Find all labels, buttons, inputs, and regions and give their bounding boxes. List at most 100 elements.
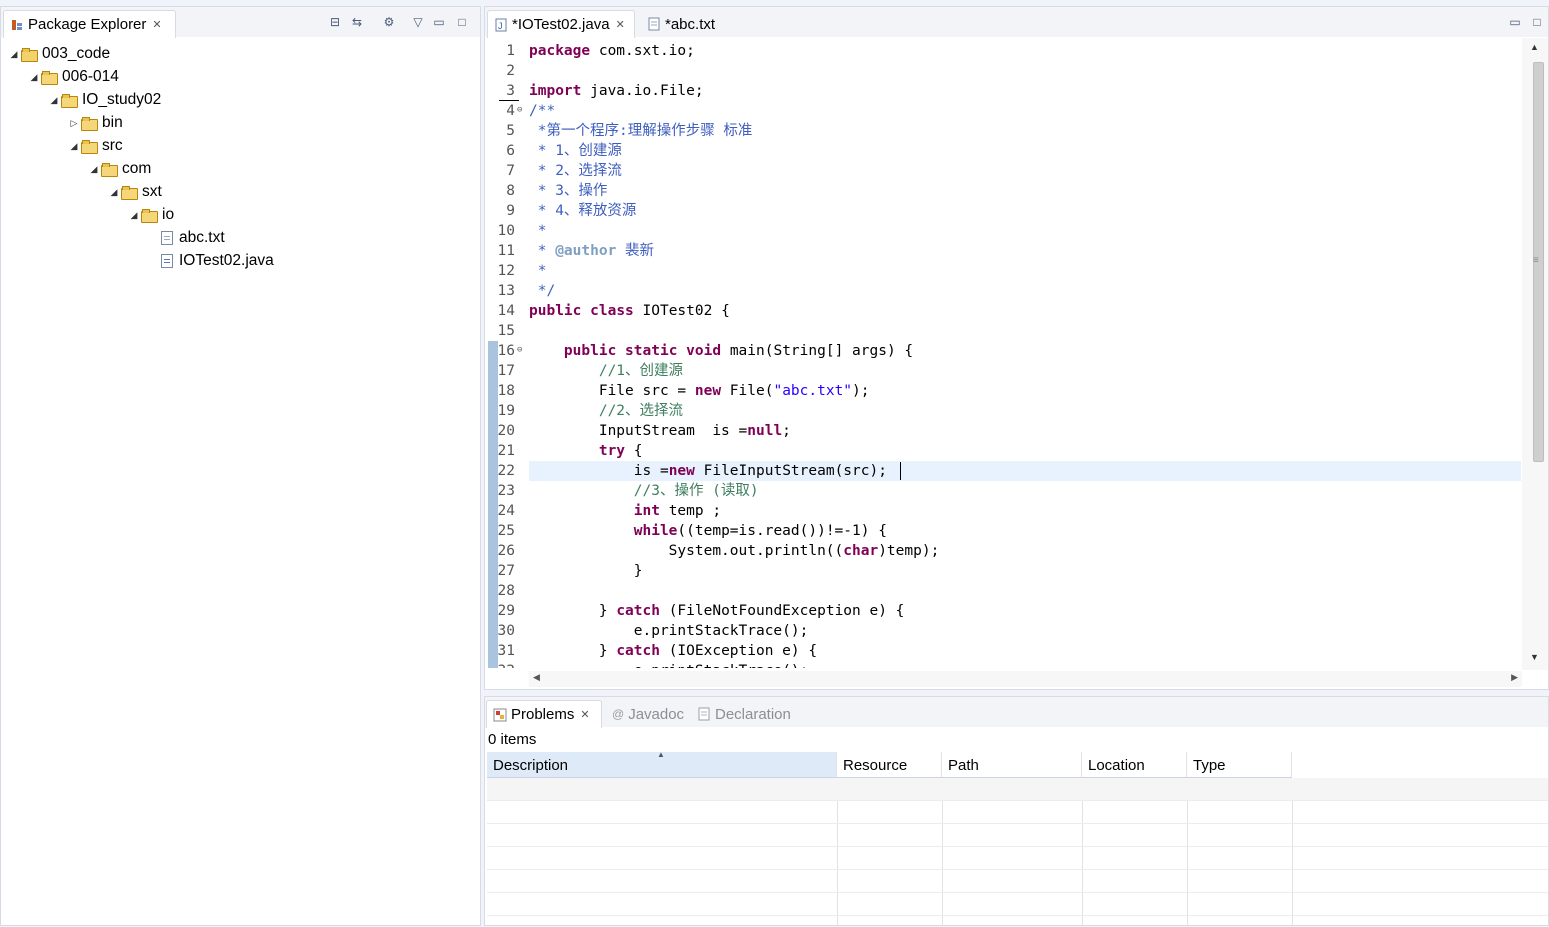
vertical-scrollbar[interactable]: ▲ ≡ ▼	[1522, 38, 1548, 670]
folder-icon	[81, 140, 98, 154]
expanded-arrow-icon[interactable]: ◢	[107, 187, 121, 198]
maximize-icon[interactable]: □	[1529, 15, 1545, 29]
tab-problems[interactable]: Problems ✕	[486, 700, 602, 728]
tab-label: *IOTest02.java	[512, 16, 610, 33]
tree-item-006-014[interactable]: ◢ 006-014	[27, 66, 119, 88]
table-row	[487, 870, 1548, 893]
tab-iotest02-java[interactable]: J *IOTest02.java ✕	[487, 10, 635, 38]
table-row	[487, 778, 1548, 801]
code-line: try {	[598, 443, 643, 459]
line-number: 17	[497, 363, 515, 379]
tree-item-003-code[interactable]: ◢ 003_code	[7, 43, 110, 65]
line-number: 13	[497, 283, 515, 299]
tree-item-iotest02-java[interactable]: IOTest02.java	[147, 250, 274, 272]
tree-item-com[interactable]: ◢ com	[87, 158, 151, 180]
items-count: 0 items	[488, 731, 537, 748]
column-path[interactable]: Path	[942, 752, 1082, 778]
code-line: package com.sxt.io;	[529, 43, 695, 59]
column-type[interactable]: Type	[1187, 752, 1292, 778]
line-number: 31	[497, 643, 515, 659]
scroll-grip-icon: ≡	[1533, 255, 1539, 266]
folder-icon	[141, 209, 158, 223]
declaration-icon	[697, 707, 711, 721]
tree-item-io-study02[interactable]: ◢ IO_study02	[47, 89, 161, 111]
code-line: } catch (IOException e) {	[529, 643, 818, 659]
tree-item-label: IOTest02.java	[179, 252, 274, 269]
code-line: }	[529, 563, 643, 579]
tree-item-label: 003_code	[42, 45, 111, 62]
line-number: 9	[506, 203, 515, 219]
code-line: * 2、选择流	[529, 163, 622, 179]
line-number: 27	[497, 563, 515, 579]
column-resource[interactable]: Resource	[837, 752, 942, 778]
tab-abc-txt[interactable]: *abc.txt	[641, 10, 731, 38]
table-row	[487, 801, 1548, 824]
expanded-arrow-icon[interactable]: ◢	[67, 141, 81, 152]
tree-item-bin[interactable]: ▷ bin	[67, 112, 123, 134]
link-with-editor-icon[interactable]: ⇆	[349, 15, 365, 29]
line-number: 25	[497, 523, 515, 539]
scroll-down-icon[interactable]: ▼	[1530, 652, 1539, 662]
line-number: 29	[497, 603, 515, 619]
code-line: e.printStackTrace();	[529, 623, 809, 639]
code-line: * @author 裴新	[529, 243, 655, 259]
project-folder-icon	[21, 48, 38, 62]
code-area[interactable]: ⊖ ⊖ 1 package com.sxt.io; 2 3 import java.io…	[485, 38, 1521, 668]
sort-ascending-icon: ▲	[657, 750, 665, 759]
package-explorer-view: Package Explorer ✕ ⊟ ⇆ ⚙ ▽ ▭ □ ◢ 003_code…	[0, 6, 481, 926]
tree-item-io[interactable]: ◢ io	[127, 204, 174, 226]
expanded-arrow-icon[interactable]: ◢	[7, 49, 21, 60]
expanded-arrow-icon[interactable]: ◢	[127, 210, 141, 221]
tree-item-src[interactable]: ◢ src	[67, 135, 123, 157]
code-line: *	[529, 223, 547, 239]
folder-icon	[61, 94, 78, 108]
code-line: * 4、释放资源	[529, 203, 637, 219]
code-line: is =new FileInputStream(src);	[529, 463, 887, 479]
javadoc-icon: @	[612, 707, 625, 721]
filter-icon[interactable]: ⚙	[381, 15, 397, 29]
minimize-icon[interactable]: ▭	[431, 15, 447, 29]
explorer-title: Package Explorer	[28, 16, 147, 33]
tab-javadoc[interactable]: @ Javadoc	[606, 700, 690, 728]
column-location[interactable]: Location	[1082, 752, 1187, 778]
tree-item-abc-txt[interactable]: abc.txt	[147, 227, 225, 249]
line-number: 6	[506, 143, 515, 159]
line-number: 19	[497, 403, 515, 419]
tab-declaration[interactable]: Declaration	[691, 700, 803, 728]
table-row	[487, 824, 1548, 847]
expanded-arrow-icon[interactable]: ◢	[27, 72, 41, 83]
expanded-arrow-icon[interactable]: ◢	[47, 95, 61, 106]
collapse-all-icon[interactable]: ⊟	[327, 15, 343, 29]
minimize-icon[interactable]: ▭	[1507, 15, 1523, 29]
close-icon[interactable]: ✕	[580, 708, 589, 721]
line-number: 14	[497, 303, 515, 319]
code-line: InputStream is =null;	[529, 423, 791, 439]
code-line: * 3、操作	[529, 183, 608, 199]
code-line: *第一个程序:理解操作步骤 标准	[529, 123, 753, 139]
line-number: 4	[506, 103, 515, 119]
tab-label: Problems	[511, 706, 575, 723]
code-line: } catch (FileNotFoundException e) {	[529, 603, 905, 619]
tab-package-explorer[interactable]: Package Explorer ✕	[3, 10, 176, 38]
column-description[interactable]: Description ▲	[487, 750, 837, 778]
close-icon[interactable]: ✕	[152, 18, 161, 31]
line-number: 3	[506, 83, 515, 99]
scroll-left-icon[interactable]: ◀	[533, 672, 540, 683]
collapsed-arrow-icon[interactable]: ▷	[67, 118, 81, 129]
tree-item-sxt[interactable]: ◢ sxt	[107, 181, 162, 203]
code-line: import java.io.File;	[529, 83, 704, 99]
tree-item-label: sxt	[142, 183, 162, 200]
editor-area: J *IOTest02.java ✕ *abc.txt ▭ □ ⊖ ⊖ 1 pac…	[484, 6, 1549, 690]
view-menu-icon[interactable]: ▽	[410, 15, 426, 29]
line-number: 30	[497, 623, 515, 639]
line-number: 20	[497, 423, 515, 439]
expanded-arrow-icon[interactable]: ◢	[87, 164, 101, 175]
line-number: 5	[506, 123, 515, 139]
line-number: 12	[497, 263, 515, 279]
horizontal-scrollbar[interactable]: ◀ ▶	[529, 671, 1522, 687]
close-icon[interactable]: ✕	[616, 18, 625, 31]
maximize-icon[interactable]: □	[454, 15, 470, 29]
scroll-up-icon[interactable]: ▲	[1530, 42, 1539, 52]
folder-icon	[41, 71, 58, 85]
scroll-right-icon[interactable]: ▶	[1511, 672, 1518, 683]
